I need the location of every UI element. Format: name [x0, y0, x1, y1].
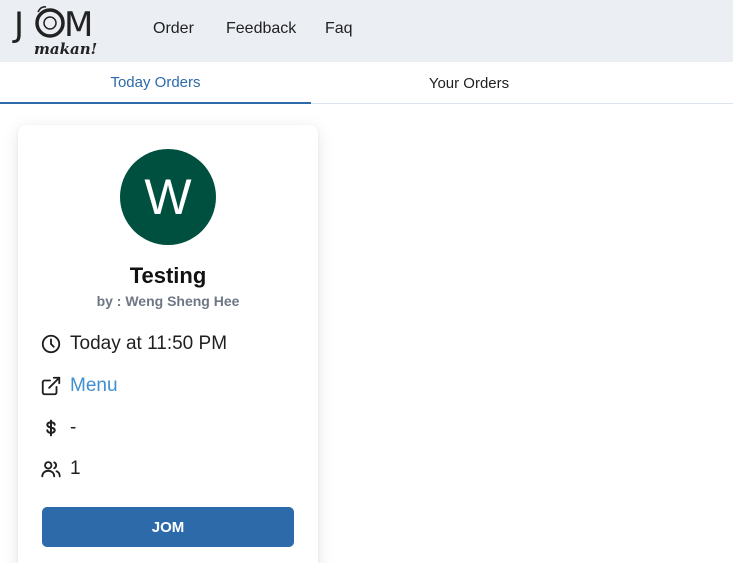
- nav-faq[interactable]: Faq: [325, 20, 353, 38]
- tab-your-orders[interactable]: Your Orders: [311, 62, 627, 104]
- order-time: Today at 11:50 PM: [70, 333, 228, 354]
- jom-join-button[interactable]: JOM: [42, 507, 294, 547]
- order-people-count: 1: [70, 458, 81, 479]
- jom-makan-logo[interactable]: J M makan!: [12, 2, 116, 60]
- order-title: Testing: [129, 263, 207, 288]
- svg-text:M: M: [64, 5, 93, 45]
- svg-text:J: J: [12, 5, 24, 45]
- order-card: W Testing by : Weng Sheng Hee Today at 1…: [18, 125, 318, 563]
- nav-feedback[interactable]: Feedback: [226, 20, 296, 38]
- orders-tabs: Today Orders Your Orders: [0, 62, 733, 104]
- order-time-row: Today at 11:50 PM: [40, 331, 227, 357]
- svg-text:makan!: makan!: [34, 40, 97, 58]
- tab-today-orders[interactable]: Today Orders: [0, 62, 311, 104]
- external-link-icon: [40, 375, 62, 397]
- users-icon: [40, 458, 62, 480]
- order-price: -: [70, 417, 77, 438]
- clock-icon: [40, 333, 62, 355]
- menu-link[interactable]: Menu: [70, 375, 118, 397]
- order-byline: by : Weng Sheng Hee: [96, 293, 240, 309]
- order-menu-row[interactable]: Menu: [40, 373, 118, 399]
- top-navbar: J M makan! Order Feedback Faq: [0, 0, 733, 62]
- nav-order[interactable]: Order: [153, 20, 194, 38]
- avatar: W: [120, 149, 216, 245]
- order-people-row: 1: [40, 456, 81, 482]
- order-price-row: -: [40, 415, 76, 441]
- dollar-icon: [40, 417, 62, 439]
